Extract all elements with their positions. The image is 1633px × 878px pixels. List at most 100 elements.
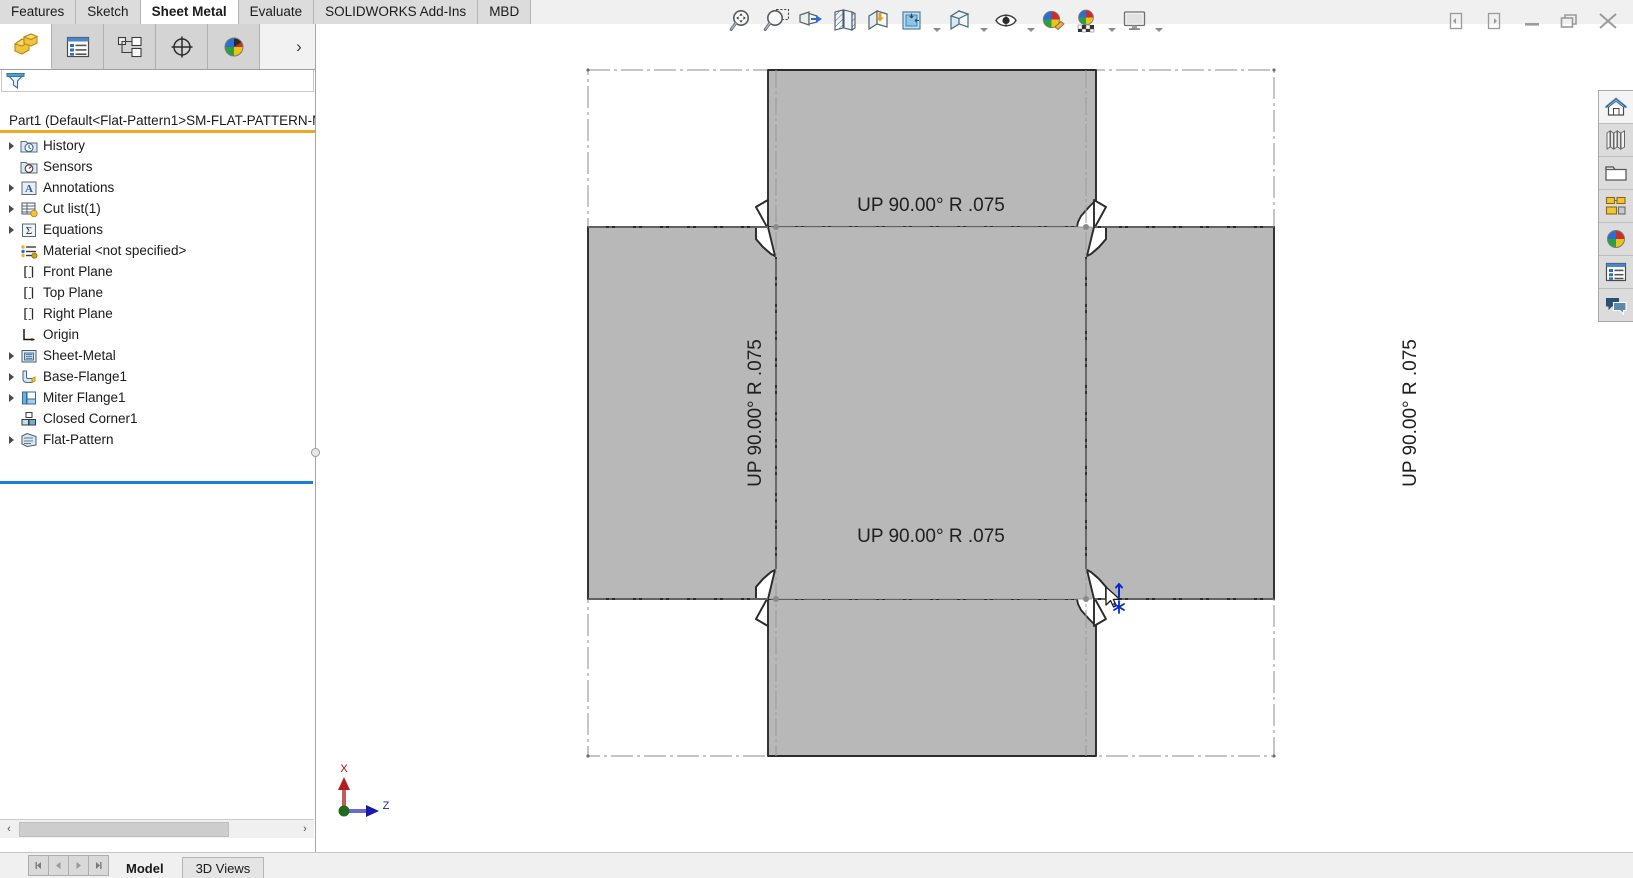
- nav-first-button[interactable]: [28, 855, 49, 876]
- nav-next-button[interactable]: [68, 855, 89, 876]
- feature-tree-horizontal-scrollbar[interactable]: ‹ ›: [0, 819, 314, 838]
- tree-item-front-plane[interactable]: Front Plane: [0, 261, 315, 282]
- property-manager-tab[interactable]: [52, 24, 104, 69]
- feature-manager-splitter-handle[interactable]: [311, 448, 320, 457]
- tree-item-equations[interactable]: Σ Equations: [0, 219, 315, 240]
- tree-item-base-flange1[interactable]: Base-Flange1: [0, 366, 315, 387]
- tree-item-material[interactable]: Material <not specified>: [0, 240, 315, 261]
- graphics-area[interactable]: UP 90.00° R .075 UP 90.00° R .075 UP 90.…: [316, 24, 1633, 853]
- view-palette-icon[interactable]: [1599, 190, 1633, 223]
- hide-show-items-dropdown-caret[interactable]: [977, 0, 990, 44]
- dimxpert-manager-tab[interactable]: [156, 24, 208, 69]
- expand-arrow-icon[interactable]: [4, 198, 19, 219]
- viewport-icon[interactable]: [1118, 4, 1152, 38]
- expand-arrow-icon[interactable]: [4, 429, 19, 450]
- expand-arrow-icon[interactable]: [4, 345, 19, 366]
- doc-tab-model[interactable]: Model: [112, 857, 178, 878]
- task-pane: [1598, 90, 1633, 322]
- tab-features[interactable]: Features: [0, 0, 76, 24]
- equations-icon: Σ: [19, 221, 39, 239]
- right-bend-note[interactable]: UP 90.00° R .075: [1400, 339, 1421, 487]
- tree-item-origin[interactable]: Origin: [0, 324, 315, 345]
- feature-tree: History Sensors: [0, 135, 315, 450]
- doc-tab-3d-views[interactable]: 3D Views: [182, 857, 265, 878]
- tab-sheet-metal[interactable]: Sheet Metal: [141, 0, 239, 24]
- origin-icon: [19, 326, 39, 344]
- feature-tree-rollback-bar[interactable]: [0, 481, 313, 484]
- tree-item-flat-pattern[interactable]: Flat-Pattern: [0, 429, 315, 450]
- tab-evaluate[interactable]: Evaluate: [239, 0, 315, 24]
- tab-mbd-label: MBD: [489, 5, 519, 19]
- close-button[interactable]: [1589, 4, 1627, 38]
- file-explorer-icon[interactable]: [1599, 157, 1633, 190]
- bottom-bend-note[interactable]: UP 90.00° R .075: [857, 526, 1005, 547]
- tree-item-cut-list[interactable]: Cut list(1): [0, 198, 315, 219]
- zoom-to-area-icon[interactable]: [760, 4, 794, 38]
- apply-scene-icon[interactable]: [1037, 4, 1071, 38]
- tree-item-annotations[interactable]: A Annotations: [0, 177, 315, 198]
- history-icon: [19, 137, 39, 155]
- top-bend-note[interactable]: UP 90.00° R .075: [857, 195, 1005, 216]
- section-view-icon[interactable]: [828, 4, 862, 38]
- viewport-dropdown-caret[interactable]: [1152, 0, 1165, 44]
- display-manager-tab[interactable]: [208, 24, 260, 69]
- origin-triad: X Z: [338, 763, 390, 817]
- view-orientation-icon[interactable]: [862, 4, 896, 38]
- previous-view-icon[interactable]: [794, 4, 828, 38]
- feature-manager-design-tree-tab[interactable]: [0, 24, 52, 69]
- collapse-left-panel-button[interactable]: [1437, 4, 1475, 38]
- solidworks-resources-icon[interactable]: [1599, 91, 1633, 124]
- feature-tree-root-item[interactable]: Part1 (Default<Flat-Pattern1>SM-FLAT-PAT…: [0, 109, 315, 131]
- appearances-scenes-icon[interactable]: [1599, 223, 1633, 256]
- tree-item-history[interactable]: History: [0, 135, 315, 156]
- tab-sheet-metal-label: Sheet Metal: [152, 5, 227, 19]
- tree-item-closed-corner1[interactable]: Closed Corner1: [0, 408, 315, 429]
- display-style-dropdown-caret[interactable]: [930, 0, 943, 44]
- expand-arrow-icon[interactable]: [4, 177, 19, 198]
- custom-properties-icon[interactable]: [1599, 256, 1633, 289]
- scroll-right-button[interactable]: ›: [296, 820, 314, 838]
- tab-solidworks-add-ins[interactable]: SOLIDWORKS Add-Ins: [314, 0, 478, 24]
- edit-appearance-dropdown-caret[interactable]: [1105, 0, 1118, 44]
- tree-item-label: Closed Corner1: [43, 412, 138, 426]
- expand-arrow-icon[interactable]: [4, 387, 19, 408]
- bottom-flap-face[interactable]: [756, 599, 1096, 756]
- tree-item-label: Sheet-Metal: [43, 349, 116, 363]
- svg-text:Σ: Σ: [26, 225, 32, 237]
- tree-item-right-plane[interactable]: Right Plane: [0, 303, 315, 324]
- tree-item-label: Flat-Pattern: [43, 433, 114, 447]
- minimize-button[interactable]: [1513, 4, 1551, 38]
- left-bend-note[interactable]: UP 90.00° R .075: [745, 339, 766, 487]
- expand-arrow-icon[interactable]: [4, 366, 19, 387]
- configuration-manager-tab[interactable]: [104, 24, 156, 69]
- tree-item-top-plane[interactable]: Top Plane: [0, 282, 315, 303]
- collapse-right-panel-button[interactable]: [1475, 4, 1513, 38]
- cut-list-icon: [19, 200, 39, 218]
- feature-tree-filter-input[interactable]: [1, 70, 314, 92]
- tab-sketch[interactable]: Sketch: [76, 0, 140, 24]
- edit-appearance-icon[interactable]: [1071, 4, 1105, 38]
- scroll-left-button[interactable]: ‹: [0, 820, 18, 838]
- solidworks-forum-icon[interactable]: [1599, 289, 1633, 321]
- tree-item-sheet-metal[interactable]: Sheet-Metal: [0, 345, 315, 366]
- tab-mbd[interactable]: MBD: [478, 0, 531, 24]
- annotations-icon: A: [19, 179, 39, 197]
- hide-show-items-icon[interactable]: [943, 4, 977, 38]
- zoom-to-fit-icon[interactable]: [726, 4, 760, 38]
- right-flap-face[interactable]: [1086, 227, 1274, 599]
- view-settings-dropdown-caret[interactable]: [1024, 0, 1037, 44]
- display-style-icon[interactable]: [896, 4, 930, 38]
- expand-arrow-icon[interactable]: [4, 135, 19, 156]
- feature-manager-expand-button[interactable]: ›: [283, 24, 315, 69]
- tree-item-sensors[interactable]: Sensors: [0, 156, 315, 177]
- tree-item-miter-flange1[interactable]: Miter Flange1: [0, 387, 315, 408]
- document-tab-bar: Model 3D Views: [0, 852, 1633, 878]
- scrollbar-thumb[interactable]: [19, 822, 229, 837]
- view-settings-icon[interactable]: [990, 4, 1024, 38]
- expand-arrow-icon[interactable]: [4, 219, 19, 240]
- design-library-icon[interactable]: [1599, 124, 1633, 157]
- closed-corner-icon: [19, 410, 39, 428]
- nav-previous-button[interactable]: [48, 855, 69, 876]
- restore-button[interactable]: [1551, 4, 1589, 38]
- nav-last-button[interactable]: [88, 855, 109, 876]
